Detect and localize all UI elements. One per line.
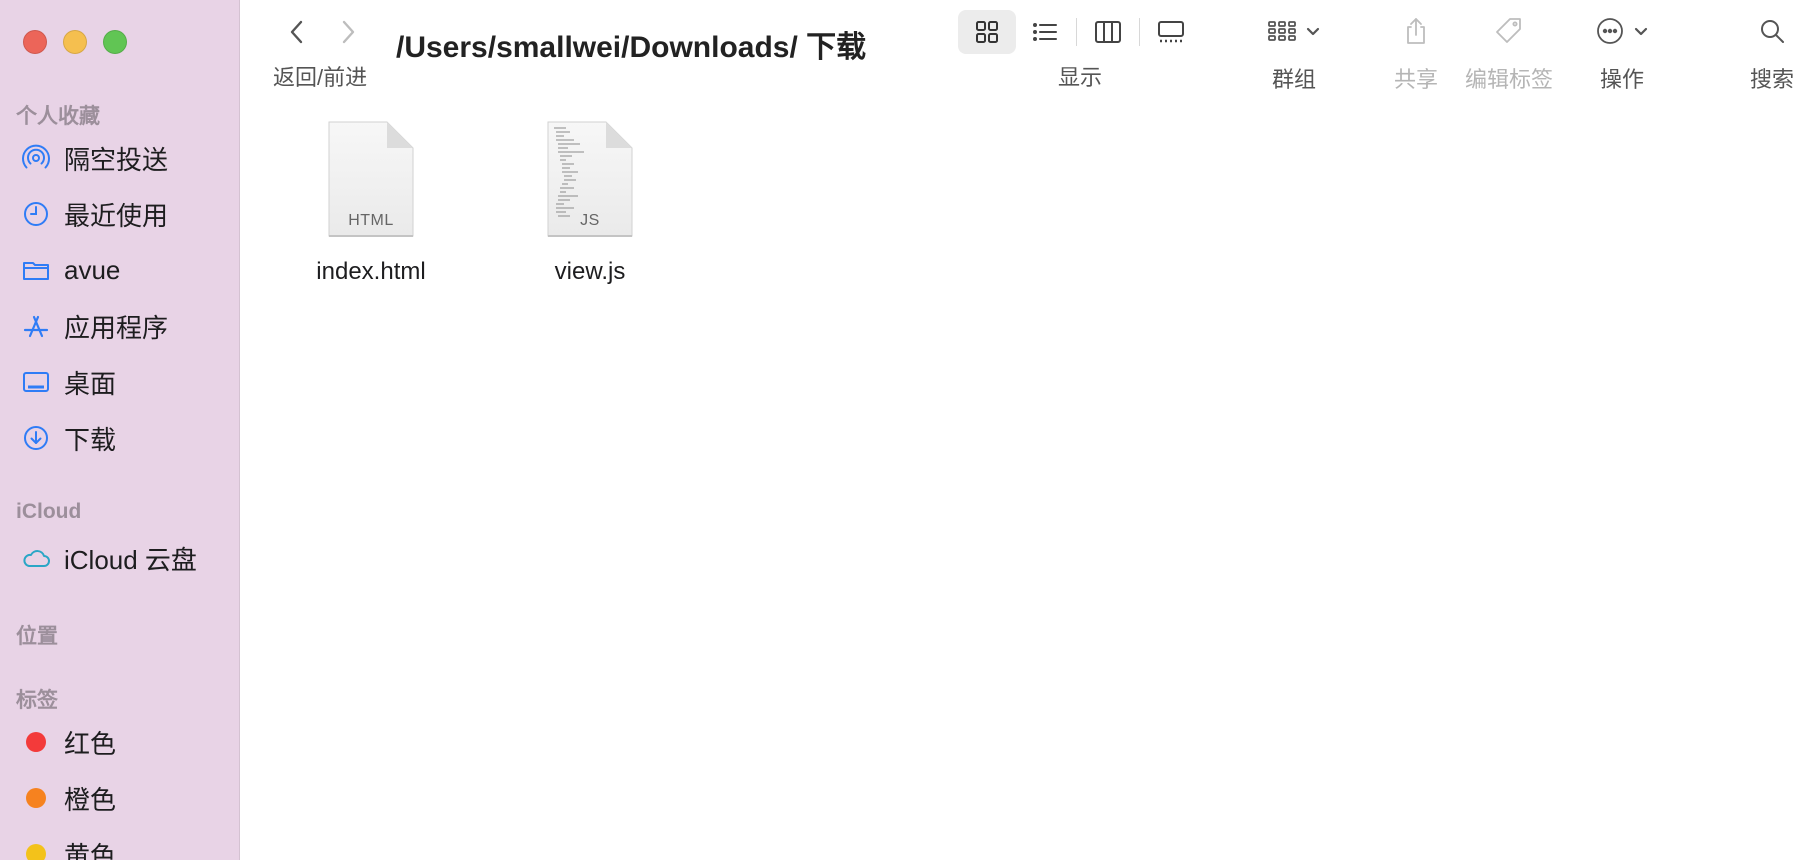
group-button[interactable]: 群组 <box>1266 12 1322 94</box>
desktop-icon <box>16 367 56 397</box>
list-view-button[interactable] <box>1016 10 1074 54</box>
window-title-path: /Users/smallwei/Downloads/ 下载 <box>396 31 867 64</box>
file-item[interactable]: JS view.js <box>510 120 670 286</box>
sidebar-item-label: 橙色 <box>64 784 117 815</box>
clock-icon <box>16 199 56 229</box>
search-icon <box>1760 20 1784 43</box>
js-document-icon: JS <box>544 120 636 240</box>
cloud-icon <box>16 543 56 573</box>
edit-tags-label: 编辑标签 <box>1464 67 1554 92</box>
file-browser-content[interactable]: HTML index.html JS view.js <box>241 100 1818 860</box>
sidebar-item-avue[interactable]: avue <box>0 246 240 294</box>
sidebar-tag-red[interactable]: 红色 <box>0 718 240 766</box>
icon-view-button[interactable] <box>958 10 1016 54</box>
back-button[interactable] <box>279 14 315 50</box>
share-button[interactable]: 共享 <box>1394 12 1438 94</box>
section-title-icloud: iCloud <box>16 500 82 523</box>
chevron-right-icon <box>342 20 355 44</box>
sidebar-item-label: 最近使用 <box>64 200 169 231</box>
window-controls <box>23 30 127 54</box>
zoom-window-button[interactable] <box>103 30 127 54</box>
section-title-favorites: 个人收藏 <box>16 105 100 128</box>
red-tag-dot-icon <box>26 732 46 752</box>
search-label: 搜索 <box>1749 67 1795 92</box>
sidebar-item-label: iCloud 云盘 <box>64 544 197 575</box>
yellow-tag-dot-icon <box>26 844 46 860</box>
chevron-down-icon <box>1634 27 1648 36</box>
sidebar-item-label: 桌面 <box>64 368 117 399</box>
view-mode-group <box>958 10 1200 54</box>
sidebar-item-label: 红色 <box>64 728 117 759</box>
ellipsis-circle-icon <box>1597 18 1623 44</box>
group-grid-icon <box>1268 21 1296 41</box>
minimize-window-button[interactable] <box>63 30 87 54</box>
sidebar-item-label: 下载 <box>64 424 117 455</box>
back-forward-label: 返回/前进 <box>273 65 368 90</box>
grid-icon <box>976 21 998 43</box>
sidebar-item-desktop[interactable]: 桌面 <box>0 358 240 406</box>
sidebar-item-airdrop[interactable]: 隔空投送 <box>0 134 240 182</box>
file-name: index.html <box>316 258 426 285</box>
close-window-button[interactable] <box>23 30 47 54</box>
file-extension-label: JS <box>580 212 600 229</box>
sidebar-item-recents[interactable]: 最近使用 <box>0 190 240 238</box>
orange-tag-dot-icon <box>26 788 46 808</box>
toolbar: 返回/前进 /Users/smallwei/Downloads/ 下载 显示 群… <box>241 0 1818 100</box>
sidebar-tag-yellow[interactable]: 黄色 <box>0 830 240 860</box>
download-icon <box>16 423 56 453</box>
folder-icon <box>16 255 56 285</box>
sidebar-item-label: avue <box>64 254 121 285</box>
file-item[interactable]: HTML index.html <box>291 120 451 286</box>
forward-button[interactable] <box>330 14 366 50</box>
action-button[interactable]: 操作 <box>1594 12 1650 94</box>
sidebar-item-applications[interactable]: 应用程序 <box>0 302 240 350</box>
sidebar-item-downloads[interactable]: 下载 <box>0 414 240 462</box>
gallery-icon <box>1158 21 1184 43</box>
view-label: 显示 <box>1058 65 1103 90</box>
chevron-left-icon <box>290 20 303 44</box>
tag-icon <box>1496 18 1521 43</box>
sidebar-item-label: 隔空投送 <box>64 144 169 175</box>
group-label: 群组 <box>1271 67 1316 92</box>
chevron-down-icon <box>1306 27 1320 36</box>
search-button[interactable]: 搜索 <box>1750 12 1794 94</box>
share-icon <box>1407 18 1425 44</box>
edit-tags-button[interactable]: 编辑标签 <box>1465 12 1553 94</box>
sidebar-tag-orange[interactable]: 橙色 <box>0 774 240 822</box>
file-extension-label: HTML <box>348 212 394 229</box>
column-view-button[interactable] <box>1079 10 1137 54</box>
sidebar-item-label: 黄色 <box>64 840 117 860</box>
sidebar: 个人收藏 隔空投送 最近使用 avue 应用程序 桌面 下载 iCloud iC… <box>0 0 240 860</box>
airdrop-icon <box>16 143 56 173</box>
file-name: view.js <box>554 258 626 285</box>
section-title-locations: 位置 <box>16 625 58 648</box>
action-label: 操作 <box>1599 67 1644 92</box>
gallery-view-button[interactable] <box>1142 10 1200 54</box>
share-label: 共享 <box>1393 67 1439 92</box>
applications-icon <box>16 311 56 341</box>
html-document-icon: HTML <box>325 120 417 240</box>
columns-icon <box>1095 21 1121 43</box>
list-icon <box>1033 23 1057 41</box>
section-title-tags: 标签 <box>16 689 58 712</box>
sidebar-item-label: 应用程序 <box>64 312 169 343</box>
sidebar-item-icloud-drive[interactable]: iCloud 云盘 <box>0 534 240 582</box>
